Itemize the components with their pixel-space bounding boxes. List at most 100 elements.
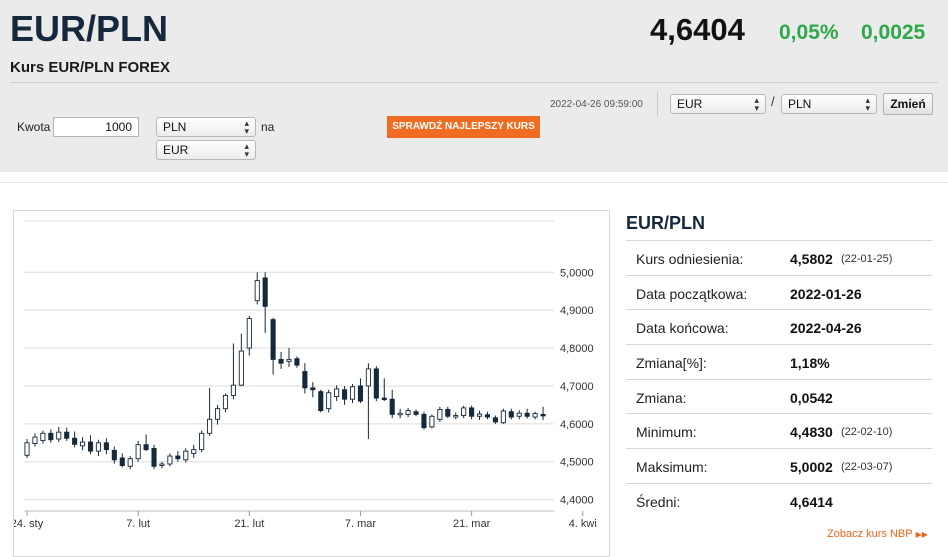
y-tick-label: 4,7000: [560, 381, 594, 393]
candle-up: [80, 441, 86, 447]
change-percent: 0,05%: [779, 21, 839, 44]
candle-down: [103, 442, 109, 451]
candle-down: [373, 368, 379, 399]
from-currency-select[interactable]: PLN ▴ ▾: [156, 117, 256, 137]
vertical-divider: [657, 92, 658, 116]
stats-row: Zmiana[%]: 1,18%: [626, 344, 932, 379]
best-rate-button[interactable]: SPRAWDŹ NAJLEPSZY KURS: [387, 116, 540, 138]
x-tick-label: 7. mar: [345, 518, 377, 530]
stats-row-value: 2022-04-26: [790, 320, 862, 337]
stats-row: Kurs odniesienia: 4,5802 (22-01-25): [626, 240, 932, 275]
candle-up: [40, 432, 46, 441]
y-tick-label: 4,8000: [560, 343, 594, 355]
candle-up: [238, 350, 244, 386]
base-currency-select[interactable]: EUR ▴ ▾: [670, 94, 766, 114]
candle-up: [246, 318, 252, 349]
candle-up: [183, 450, 189, 461]
double-arrow-right-icon: ▶▶: [915, 530, 928, 539]
candle-down: [151, 448, 157, 467]
candle-down: [421, 413, 427, 429]
header-area: EUR/PLN Kurs EUR/PLN FOREX 4,6404 0,05% …: [0, 0, 948, 172]
candle-down: [270, 319, 276, 360]
candle-down: [175, 455, 181, 460]
candlestick-chart: 5,0000 4,9000 4,8000 4,7000 4,6000 4,5000 4,40…: [14, 220, 597, 530]
nbp-rate-link[interactable]: Zobacz kurs NBP ▶▶: [827, 528, 928, 540]
candle-up: [32, 436, 38, 444]
stats-row-label: Data początkowa:: [636, 285, 748, 302]
from-currency-value: PLN: [163, 120, 187, 134]
candle-down: [492, 417, 498, 423]
stats-row-value: 5,0002: [790, 459, 833, 476]
change-pair-button[interactable]: Zmień: [883, 93, 933, 115]
to-word-label: na: [261, 120, 275, 134]
base-currency-value: EUR: [677, 97, 703, 111]
candle-down: [294, 358, 300, 366]
candle-up: [95, 442, 102, 452]
y-tick-label: 5,0000: [560, 267, 594, 279]
candle-up: [56, 431, 62, 440]
candle-up: [476, 413, 483, 417]
candle-down: [143, 444, 149, 451]
candle-up: [365, 368, 371, 387]
x-tick-label: 21. mar: [453, 518, 491, 530]
stats-row-date: (22-03-07): [841, 461, 893, 474]
header-divider: [10, 82, 938, 83]
change-absolute: 0,0025: [861, 21, 926, 44]
stats-row-label: Kurs odniesienia:: [636, 251, 744, 267]
stats-row: Maksimum: 5,0002 (22-03-07): [626, 448, 932, 483]
candle-up: [167, 455, 173, 465]
candle-up: [254, 280, 260, 302]
amount-label: Kwota: [17, 120, 51, 134]
stats-row-label: Zmiana[%]:: [636, 355, 707, 372]
stats-row-label: Średni:: [636, 493, 681, 510]
candle-up: [461, 407, 467, 416]
y-tick-label: 4,9000: [560, 305, 594, 317]
amount-input[interactable]: [53, 117, 139, 137]
pair-title: EUR/PLN: [10, 8, 169, 49]
stats-title: EUR/PLN: [626, 213, 706, 233]
quote-timestamp: 2022-04-26 09:59:00: [550, 99, 643, 110]
candle-down: [469, 407, 475, 417]
to-currency-select[interactable]: EUR ▴ ▾: [156, 140, 256, 160]
candle-up: [199, 432, 205, 451]
candle-up: [230, 384, 236, 396]
select-arrows-icon: ▴ ▾: [754, 95, 759, 113]
candle-down: [119, 457, 125, 466]
quote-currency-select[interactable]: PLN ▴ ▾: [781, 94, 877, 114]
candle-up: [429, 415, 435, 428]
stats-row: Średni: 4,6414: [626, 482, 932, 518]
candle-up: [24, 442, 30, 456]
candle-down: [389, 398, 395, 415]
candle-up: [516, 412, 522, 417]
candle-down: [342, 389, 348, 400]
candle-down: [413, 411, 419, 415]
candle-up: [286, 358, 292, 362]
stats-row: Data początkowa: 2022-01-26: [626, 274, 932, 310]
price-chart[interactable]: 5,0000 4,9000 4,8000 4,7000 4,6000 4,5000 4,40…: [13, 210, 610, 557]
candle-up: [222, 394, 229, 410]
current-price: 4,6404: [650, 12, 745, 47]
stats-row-label: Zmiana:: [636, 389, 687, 406]
y-tick-label: 4,5000: [560, 457, 594, 469]
candle-up: [532, 413, 538, 418]
candle-down: [302, 371, 308, 389]
candle-up: [135, 444, 141, 460]
candle-down: [508, 411, 514, 418]
candle-up: [191, 449, 197, 454]
candle-down: [48, 432, 54, 441]
candle-down: [540, 413, 546, 417]
pair-separator: /: [771, 94, 775, 109]
stats-row: Data końcowa: 2022-04-26: [626, 309, 932, 344]
stats-row-date: (22-02-10): [841, 426, 893, 439]
candle-up: [453, 415, 459, 418]
candle-up: [127, 458, 133, 467]
candle-up: [437, 408, 443, 420]
candle-down: [87, 441, 94, 452]
x-tick-label: 21. lut: [234, 518, 264, 530]
candle-up: [326, 392, 332, 410]
stats-row: Zmiana: 0,0542: [626, 378, 932, 414]
y-tick-label: 4,4000: [560, 495, 594, 507]
candle-down: [524, 412, 530, 417]
candle-down: [72, 437, 78, 445]
candle-up: [159, 463, 165, 466]
